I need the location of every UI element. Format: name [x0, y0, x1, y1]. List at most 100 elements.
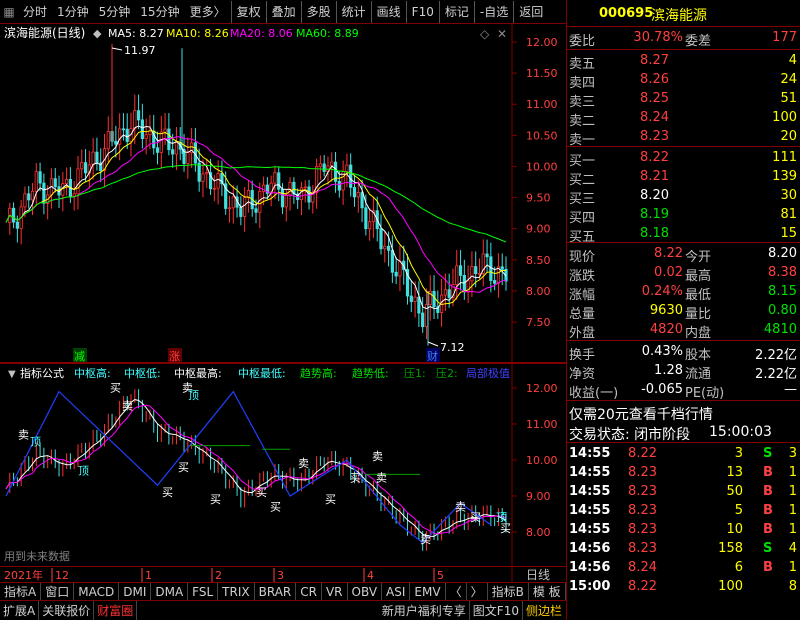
bid-row[interactable]: 买一 8.22 111 [567, 148, 800, 169]
tab-dma[interactable]: DMA [151, 582, 189, 601]
price-axis-label: 9.00 [526, 223, 551, 236]
tab-1min[interactable]: 1分钟 [52, 1, 94, 23]
chart-title: 滨海能源(日线) [4, 25, 85, 40]
overlay-button[interactable]: 叠加 [265, 0, 301, 23]
candle-body [201, 173, 205, 182]
candle-body [167, 128, 171, 151]
related-quote-button[interactable]: 关联报价 [39, 600, 95, 620]
ask-row[interactable]: 卖三 8.25 51 [567, 89, 800, 110]
bid-row[interactable]: 买二 8.21 139 [567, 167, 800, 188]
indicator-chart[interactable]: 12.0011.0010.009.008.00 卖顶买卖顶买卖顶买买买买卖买卖买… [0, 364, 566, 566]
stat-value: 4810 [763, 322, 797, 337]
sell-signal: 卖 [455, 500, 466, 513]
tick-time: 14:55 [569, 484, 611, 499]
bid-row[interactable]: 买五 8.18 15 [567, 224, 800, 245]
tick-count: 3 [788, 446, 797, 461]
tick-volume: 50 [726, 484, 743, 499]
ask-price: 8.23 [640, 129, 669, 144]
candle-body [390, 249, 394, 273]
tab-obv[interactable]: OBV [348, 582, 383, 601]
draw-line-button[interactable]: 画线 [370, 0, 406, 23]
bid-row[interactable]: 买四 8.19 81 [567, 205, 800, 226]
ask-row[interactable]: 卖一 8.23 20 [567, 127, 800, 148]
fuquan-button[interactable]: 复权 [230, 0, 266, 23]
tab-5min[interactable]: 5分钟 [94, 1, 136, 23]
quote-panel: 000695 滨海能源 委比 30.78% 委差 177 卖五 8.27 4 卖四 8.… [566, 0, 800, 620]
tab-cr[interactable]: CR [296, 582, 322, 601]
ask-row[interactable]: 卖二 8.24 100 [567, 108, 800, 129]
tab-trix[interactable]: TRIX [218, 582, 255, 601]
f10-button[interactable]: F10 [405, 0, 439, 23]
promo-row[interactable]: 仅需20元查看千档行情 [567, 402, 800, 424]
buy-signal: 买 [350, 472, 361, 485]
tab-fsl[interactable]: FSL [188, 582, 219, 601]
tab-asi[interactable]: ASI [382, 582, 411, 601]
ask-row[interactable]: 卖四 8.26 24 [567, 70, 800, 91]
diamond-icon[interactable]: ◇ [480, 27, 490, 41]
tab-indicator-b[interactable]: 指标B [488, 582, 529, 601]
tab-brar[interactable]: BRAR [255, 582, 297, 601]
ask-row[interactable]: 卖五 8.27 4 [567, 51, 800, 72]
tick-price: 8.23 [628, 465, 657, 480]
new-user-promo-link[interactable]: 新用户福利专享 [379, 600, 470, 620]
promo-text[interactable]: 仅需20元查看千档行情 [569, 404, 713, 424]
grid-icon[interactable]: ▦ [0, 1, 18, 23]
stock-code: 000695 [599, 6, 654, 21]
quote-stat-row: 总量 9630 量比 0.80 [567, 301, 800, 322]
buy-signal: 买 [210, 493, 221, 506]
tab-vr[interactable]: VR [322, 582, 348, 601]
tab-macd[interactable]: MACD [74, 582, 120, 601]
stat-label: 外盘 [569, 326, 596, 341]
tab-fenshi[interactable]: 分时 [18, 1, 52, 23]
ind-label-press2: 压2: [436, 367, 458, 380]
tab-emv[interactable]: EMV [410, 582, 446, 601]
top-signal: 顶 [188, 389, 199, 402]
remove-watchlist-button[interactable]: -自选 [473, 0, 513, 23]
mark-button[interactable]: 标记 [438, 0, 474, 23]
mark-reduce-text: 减 [74, 350, 85, 362]
candle-body [474, 266, 478, 275]
candle-body [284, 194, 288, 208]
extend-a-button[interactable]: 扩展A [0, 600, 40, 620]
period-day-label[interactable]: 日线 [526, 568, 550, 582]
bid-row[interactable]: 买三 8.20 30 [567, 186, 800, 207]
candle-body [447, 289, 451, 298]
chevron-down-icon[interactable]: ▼ [8, 369, 16, 380]
chevron-down-icon[interactable]: ◆ [93, 27, 102, 40]
tab-15min[interactable]: 15分钟 [135, 1, 184, 23]
candle-body [216, 172, 220, 189]
back-button[interactable]: 返回 [513, 0, 548, 23]
ma60-label: MA60: 8.89 [296, 27, 359, 40]
stock-header: 000695 滨海能源 [567, 4, 800, 26]
ask-price: 8.26 [640, 72, 669, 87]
candle-body [288, 181, 292, 196]
tab-dmi[interactable]: DMI [119, 582, 152, 601]
candle-body [458, 265, 463, 276]
tick-side: B [763, 560, 773, 575]
candle-body [159, 131, 163, 153]
bid-price: 8.22 [640, 150, 669, 165]
date-label-dec: 12 [55, 569, 69, 582]
quote-stat-row: 涨跌 0.02 最高 8.38 [567, 263, 800, 284]
candle-body [432, 291, 436, 308]
tab-template[interactable]: 模 板 [529, 582, 566, 601]
kline-chart[interactable]: 12.00 11.50 11.00 10.50 10.00 9.50 9.00 8.50 8.0… [0, 24, 566, 362]
ind-axis-label: 8.00 [526, 526, 551, 539]
bid-price: 8.19 [640, 207, 669, 222]
sell-signal: 卖 [122, 400, 133, 413]
close-icon[interactable]: ✕ [497, 27, 507, 41]
future-data-note: 用到未来数据 [4, 549, 70, 563]
stats-button[interactable]: 统计 [335, 0, 371, 23]
wealth-circle-button[interactable]: 财富圈 [94, 600, 138, 620]
ind-label-trend-high: 趋势高: [300, 366, 337, 380]
more-button[interactable]: 更多〉 [185, 1, 231, 23]
f10-graphic-button[interactable]: 图文F10 [470, 600, 523, 620]
candle-body [364, 207, 368, 230]
tabs-next-icon[interactable]: 〉 [467, 582, 488, 601]
tab-indicator-a[interactable]: 指标A [0, 582, 42, 601]
multi-stock-button[interactable]: 多股 [300, 0, 336, 23]
weicha-label: 委差 [685, 34, 712, 49]
tick-row: 14:55 8.23 50 B 1 [567, 482, 800, 502]
tab-window[interactable]: 窗口 [41, 582, 75, 601]
tabs-prev-icon[interactable]: 〈 [446, 582, 467, 601]
